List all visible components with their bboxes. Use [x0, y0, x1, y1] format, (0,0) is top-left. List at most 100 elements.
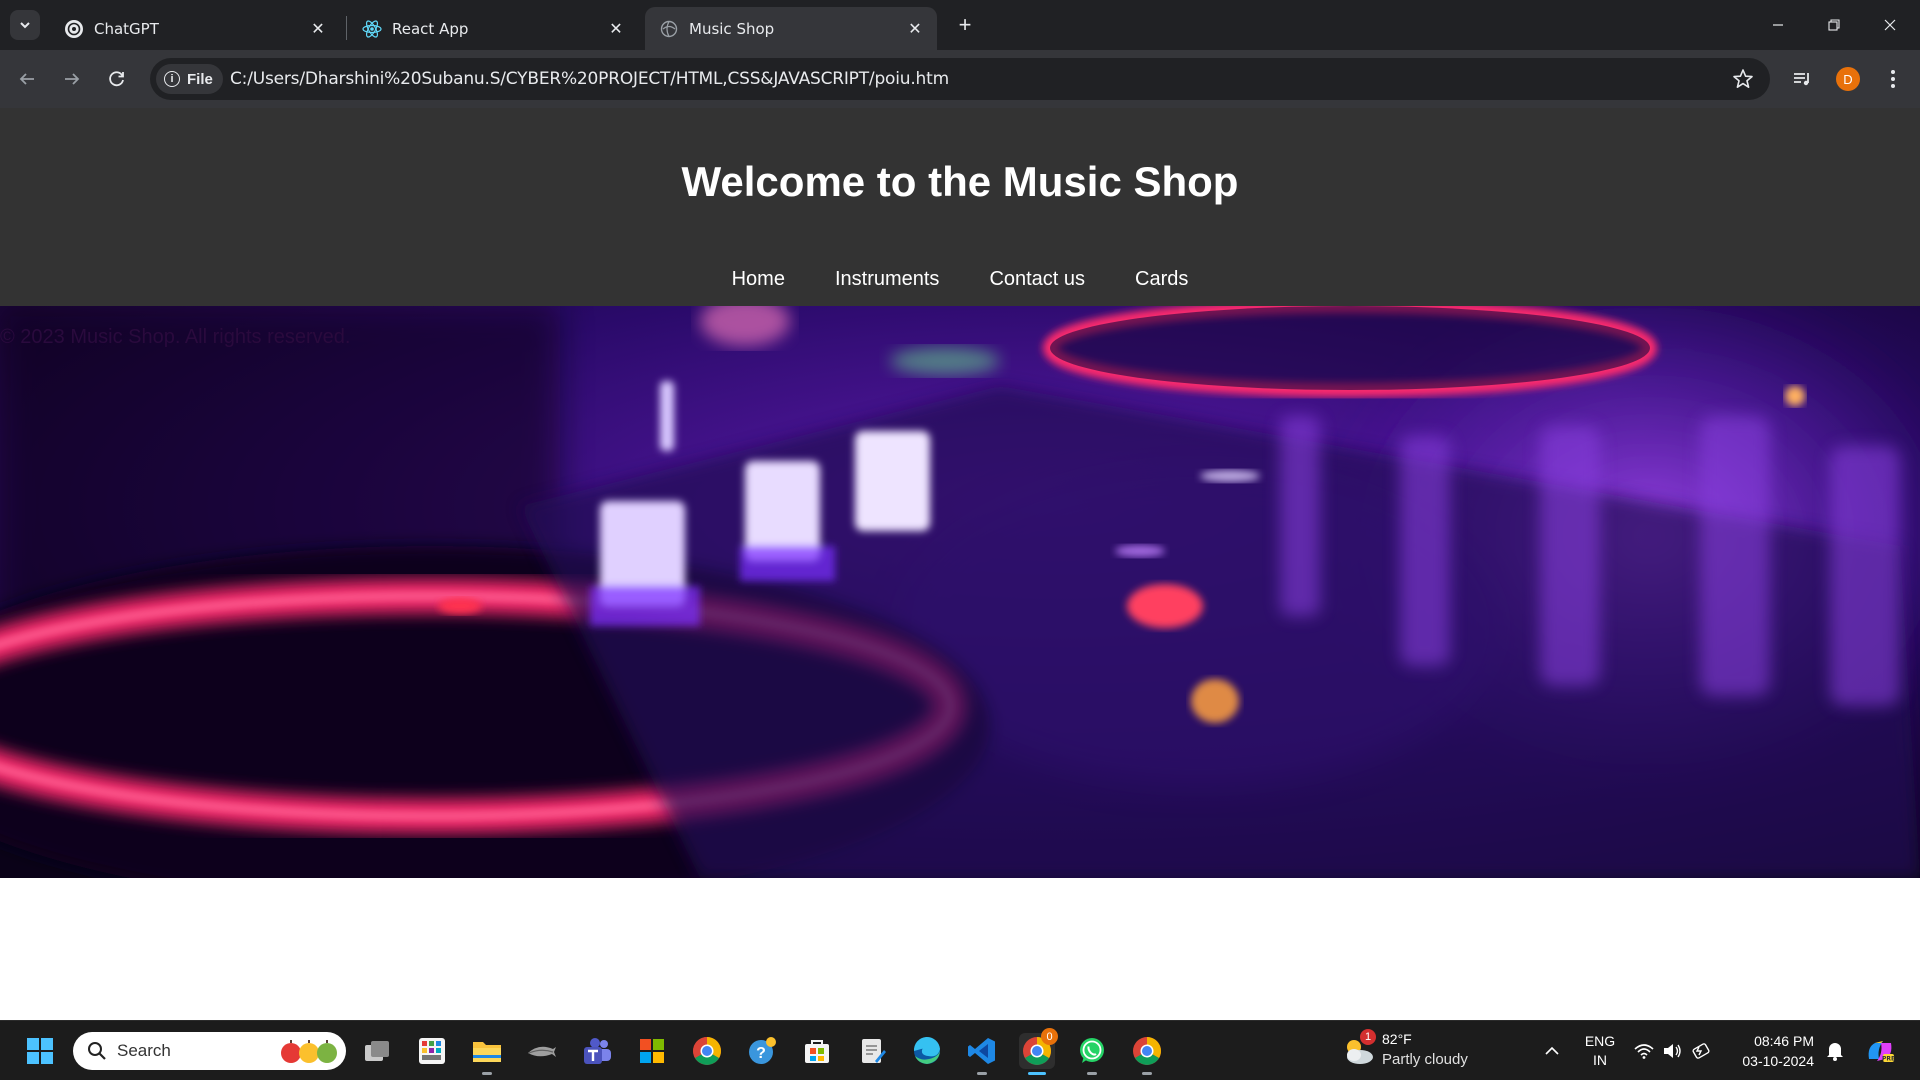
reload-button[interactable]: [100, 62, 134, 96]
taskbar-edge[interactable]: [909, 1033, 945, 1069]
search-placeholder: Search: [117, 1041, 171, 1060]
fruit-highlight-icon: [281, 1040, 337, 1063]
windows-taskbar: Search ? 0 1 82°F Partly cloudy ENG IN 0…: [0, 1020, 1920, 1080]
weather-temp: 82°F: [1382, 1031, 1412, 1047]
colored-tiles-icon: [640, 1039, 664, 1063]
more-vert-icon: [1891, 70, 1895, 88]
restore-button[interactable]: [1806, 0, 1862, 50]
taskbar-microsoft-365[interactable]: [634, 1033, 670, 1069]
tab-separator: [346, 16, 347, 40]
nav-link-home[interactable]: Home: [732, 268, 785, 291]
vscode-icon: [968, 1038, 995, 1064]
tab-react-app[interactable]: React App ✕: [348, 7, 638, 50]
site-chip-label: File: [187, 70, 213, 88]
globe-icon: [659, 19, 679, 39]
windows-logo-icon: [27, 1038, 53, 1064]
tab-music-shop[interactable]: Music Shop ✕: [645, 7, 937, 50]
taskbar-chrome-2[interactable]: [1129, 1033, 1165, 1075]
restore-icon: [1828, 19, 1840, 31]
chevron-up-icon: [1545, 1046, 1559, 1055]
language-indicator[interactable]: ENG IN: [1580, 1032, 1620, 1070]
svg-text:?: ?: [756, 1045, 766, 1062]
battery-charging-icon: [1692, 1043, 1710, 1059]
avatar: D: [1836, 67, 1860, 91]
arrow-right-icon: [65, 73, 80, 85]
close-window-button[interactable]: [1862, 0, 1918, 50]
dj-mixer-photo: [0, 306, 1920, 878]
help-icon: ?: [749, 1037, 776, 1064]
taskbar-widgets[interactable]: [414, 1033, 450, 1069]
close-icon: [1884, 19, 1896, 31]
chrome-icon: [693, 1037, 721, 1065]
taskbar-whatsapp[interactable]: [1074, 1033, 1110, 1075]
clock-date: 03-10-2024: [1742, 1053, 1814, 1069]
react-icon: [362, 19, 382, 39]
media-queue-icon: [1794, 73, 1809, 86]
running-indicator: [1087, 1072, 1097, 1075]
start-button[interactable]: [22, 1033, 58, 1069]
clock-time: 08:46 PM: [1754, 1033, 1814, 1049]
site-info-chip[interactable]: i File: [156, 64, 223, 94]
show-hidden-icons-button[interactable]: [1534, 1033, 1570, 1069]
teams-icon: [584, 1038, 611, 1064]
minimize-button[interactable]: [1750, 0, 1806, 50]
wifi-icon: [1634, 1044, 1654, 1059]
notifications-button[interactable]: [1817, 1033, 1853, 1069]
new-tab-button[interactable]: +: [950, 10, 980, 40]
reading-list-button[interactable]: [1785, 62, 1819, 96]
taskbar-notepad[interactable]: [854, 1033, 890, 1069]
tab-search-button[interactable]: [10, 10, 40, 40]
taskbar-chrome-1[interactable]: [689, 1033, 725, 1069]
notepad-icon: [862, 1039, 886, 1063]
menu-button[interactable]: [1876, 62, 1910, 96]
running-indicator: [977, 1072, 987, 1075]
store-bag-icon: [805, 1040, 829, 1063]
nav-link-instruments[interactable]: Instruments: [835, 268, 939, 291]
profile-button[interactable]: D: [1831, 62, 1865, 96]
close-tab-icon[interactable]: ✕: [604, 17, 628, 41]
tab-title: ChatGPT: [94, 19, 159, 38]
taskbar-teams[interactable]: [579, 1033, 615, 1069]
chevron-down-icon: [20, 22, 30, 29]
language-line2: IN: [1593, 1052, 1607, 1068]
swordfish-icon: [528, 1046, 556, 1057]
quick-settings-button[interactable]: [1630, 1033, 1714, 1069]
address-bar[interactable]: i File C:/Users/Dharshini%20Subanu.S/CYB…: [150, 58, 1770, 100]
taskbar-store[interactable]: [799, 1033, 835, 1069]
footer-copyright: © 2023 Music Shop. All rights reserved.: [0, 326, 351, 348]
taskbar-get-help[interactable]: ?: [744, 1033, 780, 1069]
arrow-left-icon: [19, 73, 34, 85]
taskbar-file-explorer[interactable]: [469, 1033, 505, 1075]
site-header: Welcome to the Music Shop Home Instrumen…: [0, 108, 1920, 306]
copilot-button[interactable]: PRE: [1862, 1033, 1898, 1069]
nav-link-contact-us[interactable]: Contact us: [989, 268, 1085, 291]
url-text[interactable]: C:/Users/Dharshini%20Subanu.S/CYBER%20PR…: [230, 69, 949, 89]
weather-condition: Partly cloudy: [1382, 1051, 1468, 1068]
hero-image-dj-mixer: © 2023 Music Shop. All rights reserved.: [0, 306, 1920, 878]
tab-chatgpt[interactable]: ChatGPT ✕: [50, 7, 340, 50]
taskbar-task-view[interactable]: [359, 1033, 395, 1069]
close-tab-icon[interactable]: ✕: [306, 17, 330, 41]
forward-button[interactable]: [55, 62, 89, 96]
svg-text:PRE: PRE: [1882, 1056, 1895, 1063]
taskbar-clock[interactable]: 08:46 PM 03-10-2024: [1730, 1031, 1814, 1071]
info-icon: i: [164, 71, 180, 87]
running-indicator: [1142, 1072, 1152, 1075]
tab-title: React App: [392, 19, 469, 38]
whatsapp-icon: [1080, 1038, 1104, 1063]
taskbar-search[interactable]: Search: [73, 1032, 346, 1070]
bookmark-star-icon[interactable]: [1732, 68, 1754, 90]
task-view-icon: [365, 1041, 389, 1061]
language-line1: ENG: [1584, 1033, 1616, 1049]
taskbar-chrome-active[interactable]: 0: [1019, 1028, 1058, 1075]
active-indicator: [1028, 1072, 1046, 1075]
close-tab-icon[interactable]: ✕: [903, 17, 927, 41]
edge-icon: [913, 1036, 940, 1064]
tab-title: Music Shop: [689, 19, 775, 38]
taskbar-vscode[interactable]: [964, 1033, 1000, 1075]
nav-link-cards[interactable]: Cards: [1135, 268, 1188, 291]
back-button[interactable]: [10, 62, 44, 96]
search-icon: [88, 1042, 106, 1060]
taskbar-app-fish[interactable]: [524, 1033, 560, 1069]
taskbar-weather[interactable]: 1 82°F Partly cloudy: [1340, 1029, 1490, 1073]
